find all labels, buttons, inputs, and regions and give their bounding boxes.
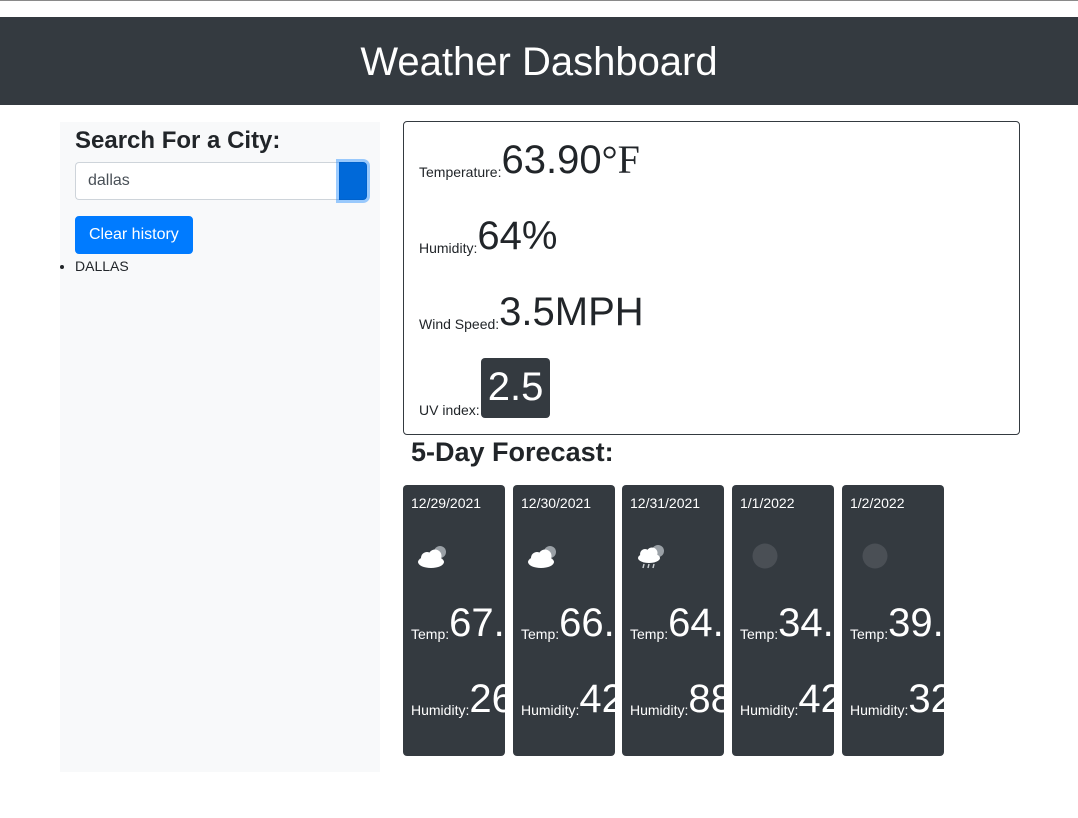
forecast-humidity-label: Humidity: (740, 702, 799, 718)
wind-value: 3.5MPH (499, 290, 644, 334)
cloud-sun-icon (418, 546, 446, 568)
forecast-temp-row: Temp: 34. (740, 603, 834, 643)
current-weather-card: Temperature: 63.90°F Humidity: 64% Wind … (403, 121, 1020, 435)
forecast-temp-label: Temp: (850, 626, 889, 642)
forecast-date: 1/1/2022 (740, 495, 795, 511)
forecast-card: 12/30/2021 Temp: 66. Humidity: 42 (513, 485, 615, 756)
page-header: Weather Dashboard (0, 17, 1078, 105)
search-sidebar: Search For a City: Clear history DALLAS (60, 122, 380, 772)
cloud-sun-icon (528, 546, 556, 568)
clear-history-button[interactable]: Clear history (75, 216, 193, 254)
forecast-temp-label: Temp: (521, 626, 560, 642)
moon-icon (862, 543, 888, 569)
forecast-humidity-value: 42 (798, 677, 834, 721)
forecast-humidity-value: 26 (469, 677, 505, 721)
wind-row: Wind Speed: 3.5MPH (419, 292, 644, 332)
humidity-label: Humidity: (419, 240, 478, 256)
page-title: Weather Dashboard (360, 40, 718, 84)
forecast-card: 1/2/2022 Temp: 39. Humidity: 32 (842, 485, 944, 756)
forecast-humidity-value: 88 (688, 677, 724, 721)
search-group (75, 162, 367, 200)
forecast-date: 12/31/2021 (630, 495, 701, 511)
forecast-card: 1/1/2022 Temp: 34. Humidity: 42 (732, 485, 834, 756)
search-button[interactable] (339, 162, 367, 200)
forecast-temp-value: 34. (778, 601, 834, 645)
temperature-unit: °F (601, 137, 640, 182)
forecast-humidity-value: 32 (908, 677, 944, 721)
forecast-humidity-row: Humidity: 26 (411, 679, 505, 719)
forecast-date: 12/29/2021 (411, 495, 482, 511)
temperature-label: Temperature: (419, 164, 502, 180)
uv-badge: 2.5 (480, 358, 551, 418)
forecast-card: 12/29/2021 Temp: 67. Humidity: 26 (403, 485, 505, 756)
humidity-value: 64% (477, 214, 558, 258)
temperature-row: Temperature: 63.90°F (419, 137, 640, 182)
forecast-temp-row: Temp: 66. (521, 603, 615, 643)
forecast-temp-label: Temp: (411, 626, 450, 642)
history-item[interactable]: DALLAS (75, 257, 129, 275)
forecast-humidity-label: Humidity: (850, 702, 909, 718)
uv-row: UV index: 2.5 (419, 358, 551, 418)
uv-label: UV index: (419, 402, 480, 418)
forecast-humidity-value: 42 (579, 677, 615, 721)
forecast-temp-value: 66. (559, 601, 615, 645)
forecast-humidity-label: Humidity: (411, 702, 470, 718)
wind-label: Wind Speed: (419, 316, 500, 332)
forecast-temp-row: Temp: 64. (630, 603, 724, 643)
temperature-value: 63.90°F (501, 137, 640, 182)
cloud-rain-icon (638, 545, 664, 569)
humidity-row: Humidity: 64% (419, 216, 557, 256)
forecast-humidity-row: Humidity: 88 (630, 679, 724, 719)
forecast-temp-label: Temp: (740, 626, 779, 642)
forecast-temp-value: 64. (668, 601, 724, 645)
forecast-humidity-row: Humidity: 42 (740, 679, 834, 719)
forecast-humidity-label: Humidity: (630, 702, 689, 718)
search-title: Search For a City: (75, 127, 281, 154)
temperature-number: 63.90 (501, 138, 602, 182)
forecast-humidity-label: Humidity: (521, 702, 580, 718)
forecast-title: 5-Day Forecast: (411, 437, 614, 467)
search-history-list: DALLAS (75, 257, 129, 275)
city-search-input[interactable] (75, 162, 339, 200)
forecast-humidity-row: Humidity: 42 (521, 679, 615, 719)
forecast-date: 1/2/2022 (850, 495, 905, 511)
forecast-temp-value: 39. (888, 601, 944, 645)
forecast-date: 12/30/2021 (521, 495, 592, 511)
forecast-temp-label: Temp: (630, 626, 669, 642)
forecast-temp-row: Temp: 39. (850, 603, 944, 643)
top-rule (0, 0, 1078, 1)
moon-icon (752, 543, 778, 569)
forecast-card: 12/31/2021 Temp: 64. Humidity: 88 (622, 485, 724, 756)
forecast-humidity-row: Humidity: 32 (850, 679, 944, 719)
forecast-temp-value: 67. (449, 601, 505, 645)
forecast-temp-row: Temp: 67. (411, 603, 505, 643)
